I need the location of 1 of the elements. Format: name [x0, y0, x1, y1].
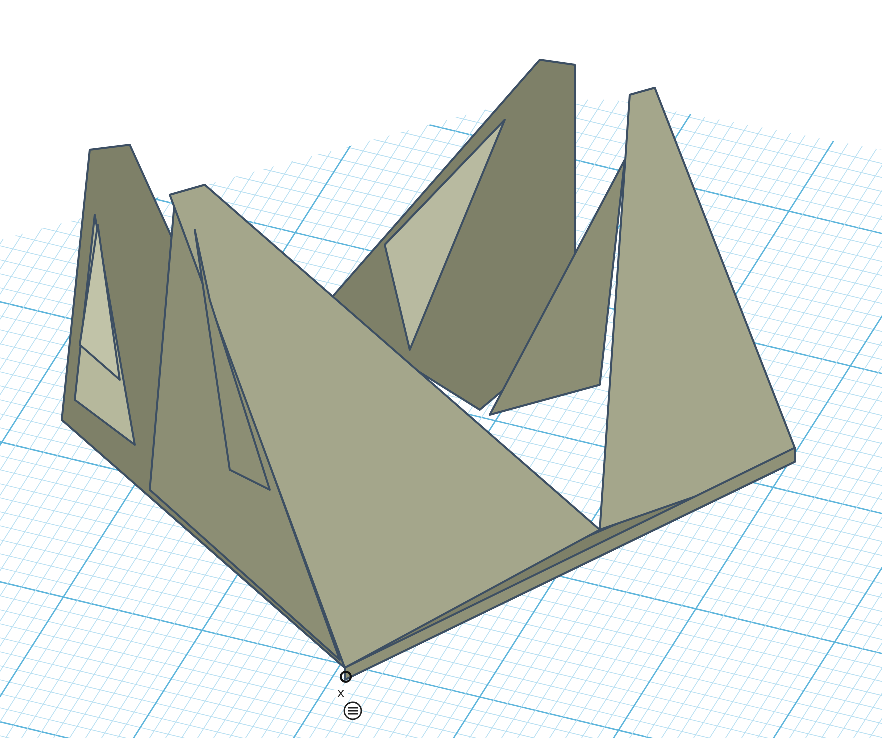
menu-icon[interactable]	[343, 701, 363, 721]
